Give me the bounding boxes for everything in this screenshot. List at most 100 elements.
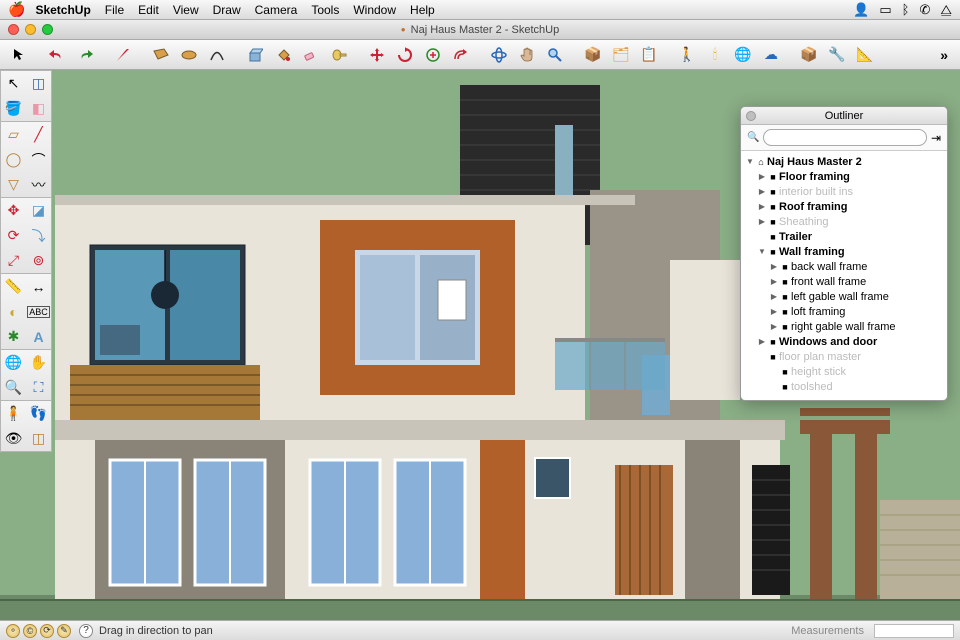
tree-row[interactable]: ▼⌂Naj Haus Master 2 — [745, 154, 943, 169]
circle-palette-tool[interactable]: ◯ — [1, 147, 26, 172]
viewport[interactable]: ↖ ◫ 🪣 ◧ ▱ ╱ ◯ ⌒ ▽ 〰 ✥ ◪ ⟳ ⤵ ⤢ ⊚ 📏 ↔ ◐ AB… — [0, 70, 960, 620]
tree-arrow[interactable]: ▶ — [769, 277, 779, 286]
tree-arrow[interactable]: ▶ — [757, 337, 767, 346]
pan-palette-tool[interactable]: ✋ — [26, 350, 51, 375]
line-palette-tool[interactable]: ╱ — [26, 122, 51, 147]
tree-row[interactable]: ■floor plan master — [745, 349, 943, 364]
zoom-tool[interactable] — [542, 44, 568, 66]
orbit-tool[interactable] — [486, 44, 512, 66]
pushpull-palette-tool[interactable]: ◪ — [26, 198, 51, 223]
outliner-tree[interactable]: ▼⌂Naj Haus Master 2▶■Floor framing▶■inte… — [741, 151, 947, 400]
make-component-tool[interactable]: ◫ — [26, 71, 51, 96]
bluetooth-icon[interactable]: ᛒ — [902, 2, 910, 17]
zoom-palette-tool[interactable]: 🔍 — [1, 375, 26, 400]
undo-button[interactable] — [44, 44, 70, 66]
tree-arrow[interactable]: ▼ — [745, 157, 755, 166]
outliner-details-button[interactable]: ⇥ — [931, 131, 941, 145]
app-menu[interactable]: SketchUp — [35, 3, 90, 17]
tree-row[interactable]: ▶■right gable wall frame — [745, 319, 943, 334]
tree-row[interactable]: ▶■Roof framing — [745, 199, 943, 214]
select-tool[interactable] — [6, 44, 32, 66]
tape-measure-tool[interactable] — [326, 44, 352, 66]
push-pull-tool[interactable] — [242, 44, 268, 66]
extension-tool-1[interactable]: 📦 — [796, 44, 822, 66]
sun-tool[interactable]: 🕯 — [702, 44, 728, 66]
menu-view[interactable]: View — [173, 3, 199, 17]
protractor-palette-tool[interactable]: ◐ — [1, 299, 26, 324]
outliner-close-button[interactable] — [746, 111, 756, 121]
menu-camera[interactable]: Camera — [255, 3, 298, 17]
component-options-tool[interactable]: 🗂 — [608, 44, 634, 66]
user-switch-icon[interactable]: 👤 — [853, 2, 869, 18]
paint-bucket-tool[interactable] — [270, 44, 296, 66]
polygon-palette-tool[interactable]: ▽ — [1, 172, 26, 197]
tree-row[interactable]: ▶■front wall frame — [745, 274, 943, 289]
zoom-window-button[interactable] — [42, 24, 53, 35]
measurements-input[interactable] — [874, 624, 954, 638]
rotate-tool[interactable] — [392, 44, 418, 66]
tree-arrow[interactable]: ▶ — [757, 202, 767, 211]
eraser-tool[interactable] — [298, 44, 324, 66]
tree-row[interactable]: ▶■Sheathing — [745, 214, 943, 229]
tree-arrow[interactable]: ▶ — [769, 322, 779, 331]
apple-menu-icon[interactable]: 🍎 — [8, 1, 25, 18]
tree-row[interactable]: ■toolshed — [745, 379, 943, 394]
offset-palette-tool[interactable]: ⊚ — [26, 248, 51, 273]
wifi-icon[interactable]: ⧋ — [940, 2, 952, 18]
look-around-tool[interactable]: 👁 — [1, 426, 26, 451]
menu-help[interactable]: Help — [410, 3, 435, 17]
tree-row[interactable]: ▶■left gable wall frame — [745, 289, 943, 304]
tree-row[interactable]: ▼■Wall framing — [745, 244, 943, 259]
status-geo-button[interactable]: ⚬ — [6, 624, 20, 638]
move-tool[interactable] — [364, 44, 390, 66]
tape-palette-tool[interactable]: 📏 — [1, 274, 26, 299]
tree-arrow[interactable]: ▶ — [757, 172, 767, 181]
pan-tool[interactable] — [514, 44, 540, 66]
menu-draw[interactable]: Draw — [213, 3, 241, 17]
circle-tool[interactable] — [176, 44, 202, 66]
add-person-tool[interactable]: 🚶 — [674, 44, 700, 66]
3dtext-palette-tool[interactable]: A — [26, 324, 51, 349]
tree-row[interactable]: ▶■interior built ins — [745, 184, 943, 199]
status-person-button[interactable]: ✎ — [57, 624, 71, 638]
menu-tools[interactable]: Tools — [311, 3, 339, 17]
menu-file[interactable]: File — [105, 3, 124, 17]
section-plane-tool[interactable]: ◫ — [26, 426, 51, 451]
component-attributes-tool[interactable]: 📋 — [636, 44, 662, 66]
text-palette-tool[interactable]: ABC — [26, 299, 51, 324]
scale-palette-tool[interactable]: ⤢ — [1, 248, 26, 273]
line-tool[interactable] — [110, 44, 136, 66]
menu-window[interactable]: Window — [353, 3, 396, 17]
arc-tool[interactable] — [204, 44, 230, 66]
help-icon[interactable]: ? — [79, 624, 93, 638]
redo-button[interactable] — [72, 44, 98, 66]
extension-tool-2[interactable]: 🔧 — [824, 44, 850, 66]
close-window-button[interactable] — [8, 24, 19, 35]
rectangle-tool[interactable] — [148, 44, 174, 66]
tree-row[interactable]: ■Trailer — [745, 229, 943, 244]
display-icon[interactable]: ▭ — [879, 2, 891, 18]
tree-row[interactable]: ▶■Windows and door — [745, 334, 943, 349]
dimension-palette-tool[interactable]: ↔ — [26, 274, 51, 299]
toolbar-overflow[interactable]: » — [934, 47, 954, 63]
tree-row[interactable]: ■height stick — [745, 364, 943, 379]
rectangle-palette-tool[interactable]: ▱ — [1, 122, 26, 147]
extension-tool-3[interactable]: 📐 — [852, 44, 878, 66]
menu-edit[interactable]: Edit — [138, 3, 159, 17]
tree-arrow[interactable]: ▶ — [769, 307, 779, 316]
followme-palette-tool[interactable]: ⤵ — [26, 223, 51, 248]
outliner-panel[interactable]: Outliner 🔍 ⇥ ▼⌂Naj Haus Master 2▶■Floor … — [740, 106, 948, 401]
tree-row[interactable]: ▶■back wall frame — [745, 259, 943, 274]
tree-arrow[interactable]: ▼ — [757, 247, 767, 256]
paint-palette-tool[interactable]: 🪣 — [1, 96, 26, 121]
orbit-palette-tool[interactable]: 🌐 — [1, 350, 26, 375]
global-tool[interactable]: 🌐 — [730, 44, 756, 66]
outliner-search-input[interactable] — [763, 129, 926, 146]
share-tool[interactable]: ☁ — [758, 44, 784, 66]
freehand-palette-tool[interactable]: 〰 — [26, 172, 51, 197]
zoom-extents-palette-tool[interactable]: ⛶ — [26, 375, 51, 400]
tree-arrow[interactable]: ▶ — [769, 292, 779, 301]
scale-tool[interactable] — [420, 44, 446, 66]
walk-tool[interactable]: 👣 — [26, 401, 51, 426]
tree-row[interactable]: ▶■Floor framing — [745, 169, 943, 184]
